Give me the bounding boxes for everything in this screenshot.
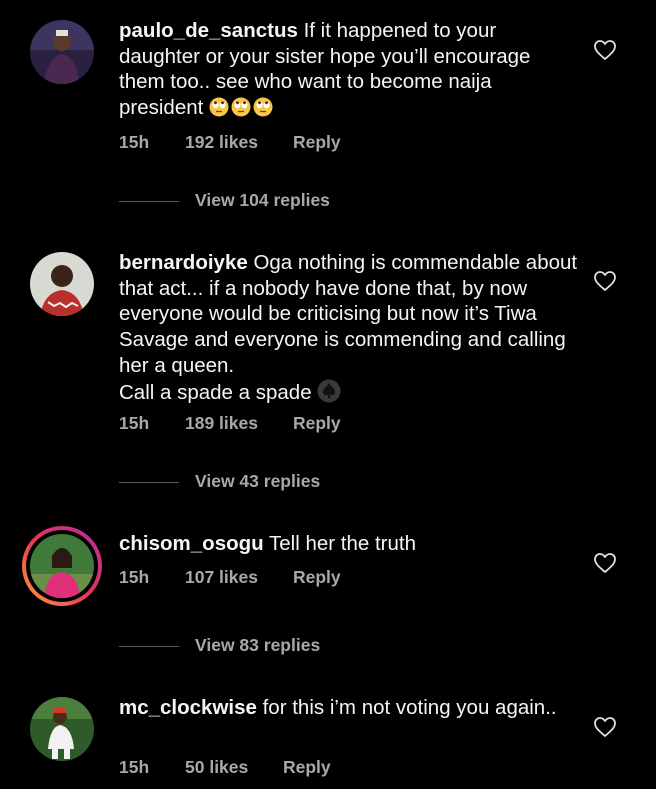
view-replies-label: View 43 replies	[195, 471, 321, 491]
comment-text: Tell her the truth	[269, 532, 416, 555]
reply-button[interactable]: Reply	[293, 413, 341, 434]
view-replies-label: View 83 replies	[195, 635, 321, 655]
avatar-image	[30, 252, 94, 316]
avatar-story-ring[interactable]	[22, 526, 102, 606]
comment-likes[interactable]: 50 likes	[185, 757, 283, 778]
heart-outline-icon[interactable]	[593, 552, 617, 574]
avatar[interactable]	[30, 697, 94, 761]
comment-meta: 15h 189 likes Reply	[119, 413, 341, 434]
comment-likes[interactable]: 107 likes	[185, 567, 293, 588]
divider-line	[119, 200, 179, 202]
divider-line	[119, 645, 179, 647]
comment-body: bernardoiyke Oga nothing is commendable …	[119, 250, 579, 405]
view-replies-button[interactable]: View 43 replies	[119, 471, 320, 493]
avatar	[30, 534, 94, 598]
heart-outline-icon[interactable]	[593, 270, 617, 292]
comment-username[interactable]: paulo_de_sanctus	[119, 19, 298, 42]
comment-text-line2: Call a spade a spade	[119, 380, 312, 404]
comment-username[interactable]: mc_clockwise	[119, 696, 257, 719]
avatar-image	[30, 534, 94, 598]
avatar[interactable]	[30, 20, 94, 84]
comment-time: 15h	[119, 757, 150, 777]
comment-likes[interactable]: 192 likes	[185, 132, 293, 153]
comment-meta: 15h 107 likes Reply	[119, 567, 341, 588]
comment-body: chisom_osogu Tell her the truth	[119, 531, 579, 557]
reply-button[interactable]: Reply	[283, 757, 331, 778]
comment-text: for this i’m not voting you again..	[262, 696, 557, 719]
view-replies-label: View 104 replies	[195, 190, 330, 210]
face-with-rolling-eyes-icon	[209, 97, 229, 117]
reply-button[interactable]: Reply	[293, 567, 341, 588]
comment-meta: 15h 192 likes Reply	[119, 132, 341, 153]
avatar-image	[30, 697, 94, 761]
face-with-rolling-eyes-icon	[253, 97, 273, 117]
comment-time: 15h	[119, 413, 150, 433]
heart-outline-icon[interactable]	[593, 716, 617, 738]
comment-username[interactable]: chisom_osogu	[119, 532, 264, 555]
reply-button[interactable]: Reply	[293, 132, 341, 153]
face-with-rolling-eyes-icon	[231, 97, 251, 117]
comment-time: 15h	[119, 567, 150, 587]
avatar[interactable]	[30, 252, 94, 316]
comment-username[interactable]: bernardoiyke	[119, 251, 248, 274]
heart-outline-icon[interactable]	[593, 39, 617, 61]
avatar-image	[30, 20, 94, 84]
comment-body: paulo_de_sanctus If it happened to your …	[119, 18, 579, 121]
story-ring-gap	[26, 530, 98, 602]
spade-suit-icon	[317, 379, 341, 403]
view-replies-button[interactable]: View 104 replies	[119, 190, 330, 212]
divider-line	[119, 481, 179, 483]
view-replies-button[interactable]: View 83 replies	[119, 635, 320, 657]
comment-time: 15h	[119, 132, 150, 152]
comment-meta: 15h 50 likes Reply	[119, 757, 331, 778]
comment-body: mc_clockwise for this i’m not voting you…	[119, 695, 579, 721]
comment-likes[interactable]: 189 likes	[185, 413, 293, 434]
